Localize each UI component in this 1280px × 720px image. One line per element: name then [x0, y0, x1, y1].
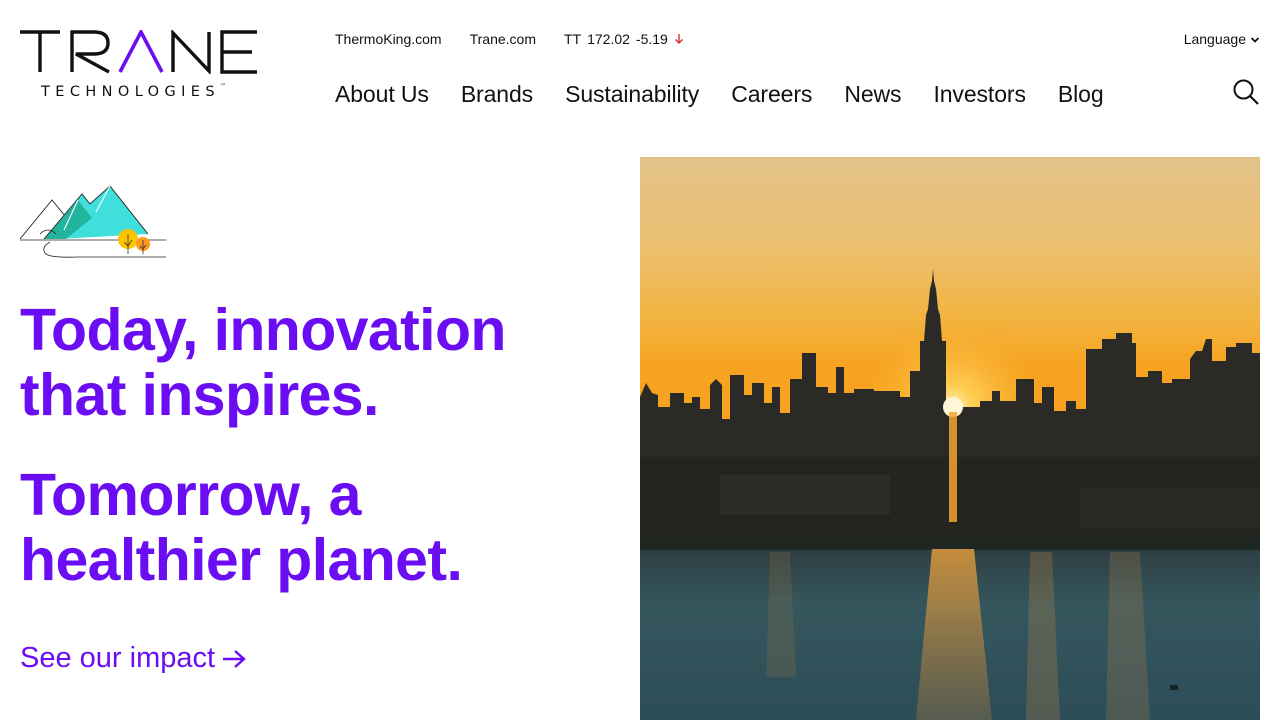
trane-wordmark	[20, 30, 257, 74]
stock-price: 172.02	[587, 31, 630, 47]
utility-bar: ThermoKing.com Trane.com TT 172.02 -5.19	[335, 30, 684, 48]
nav-about-us[interactable]: About Us	[335, 81, 429, 108]
stock-symbol: TT	[563, 31, 582, 47]
stock-ticker[interactable]: TT 172.02 -5.19	[564, 31, 684, 47]
thermoking-link[interactable]: ThermoKing.com	[335, 31, 442, 47]
trane-link[interactable]: Trane.com	[470, 31, 536, 47]
main-nav: About Us Brands Sustainability Careers N…	[335, 78, 1104, 110]
language-selector[interactable]: Language	[1184, 30, 1260, 48]
logo-subtitle: TECHNOLOGIES™	[41, 83, 226, 100]
nav-news[interactable]: News	[844, 81, 901, 108]
nav-brands[interactable]: Brands	[461, 81, 533, 108]
headline-today-line1: Today, innovation	[20, 297, 506, 363]
nav-blog[interactable]: Blog	[1058, 81, 1104, 108]
nav-careers[interactable]: Careers	[731, 81, 812, 108]
arrow-right-icon	[223, 649, 246, 668]
nav-sustainability[interactable]: Sustainability	[565, 81, 699, 108]
headline-tomorrow: Tomorrow, a healthier planet.	[20, 462, 463, 593]
headline-today-line2: that inspires.	[20, 362, 379, 428]
mountains-illustration-icon	[19, 185, 166, 258]
headline-tomorrow-line1: Tomorrow, a	[20, 462, 361, 528]
trane-technologies-logo[interactable]: TECHNOLOGIES™	[20, 30, 270, 102]
headline-tomorrow-line2: healthier planet.	[20, 527, 463, 593]
cta-label: See our impact	[20, 642, 216, 674]
search-icon[interactable]	[1232, 78, 1260, 106]
see-our-impact-link[interactable]: See our impact	[20, 642, 247, 675]
stock-change: -5.19	[635, 31, 668, 47]
hero-skyline-image	[640, 157, 1260, 720]
chevron-down-icon	[1250, 36, 1260, 43]
nav-investors[interactable]: Investors	[933, 81, 1026, 108]
language-label: Language	[1183, 31, 1246, 47]
headline-today: Today, innovation that inspires.	[20, 298, 506, 428]
arrow-down-icon	[674, 34, 683, 44]
